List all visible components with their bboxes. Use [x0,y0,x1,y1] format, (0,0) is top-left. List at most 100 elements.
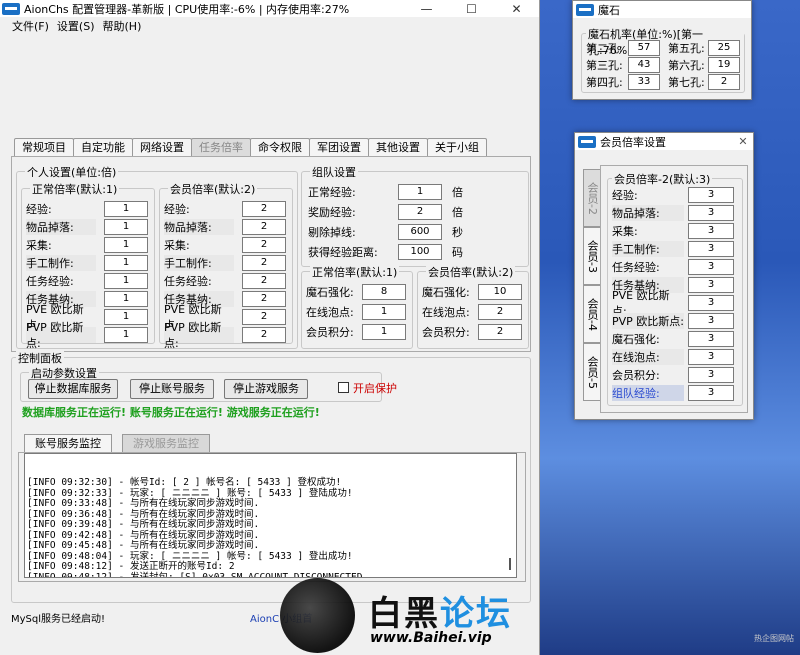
normal-label-0: 经验: [26,203,52,216]
normal-input-6[interactable]: 1 [104,309,148,325]
stone-input-a-0[interactable]: 57 [628,40,660,56]
member-input-5[interactable]: 2 [242,291,286,307]
watermark-ink-icon [280,578,355,653]
stop-account-button[interactable]: 停止账号服务 [130,379,214,399]
protect-label: 开启保护 [353,382,397,395]
tab-other[interactable]: 其他设置 [368,138,428,156]
rn-input-2[interactable]: 1 [362,324,406,340]
tab-task-rate[interactable]: 任务倍率 [191,138,251,156]
maximize-button[interactable]: ☐ [449,2,494,16]
member-label-4: 任务经验: [164,275,212,288]
team-input-2[interactable]: 600 [398,224,442,240]
normal-input-3[interactable]: 1 [104,255,148,271]
main-window: AionChs 配置管理器-革新版 | CPU使用率:-6% | 内存使用率:2… [0,0,540,655]
mr-input-4[interactable]: 3 [688,259,734,275]
member-rate-group: 会员倍率(默认:2) 经验: 2 物品掉落: 2 采集: 2 手工制作: 2 任务经验:… [159,181,293,350]
mr-label-8: 魔石强化: [612,333,660,346]
rn-label-0: 魔石强化: [306,286,354,299]
stone-label-a-0: 第二孔: [586,42,623,55]
stone-input-b-2[interactable]: 2 [708,74,740,90]
close-button[interactable]: ✕ [494,2,539,16]
normal-label-4: 任务经验: [26,275,74,288]
stone-input-b-0[interactable]: 25 [708,40,740,56]
stone-input-b-1[interactable]: 19 [708,57,740,73]
mr-label-11: 组队经验: [612,385,684,401]
team-input-0[interactable]: 1 [398,184,442,200]
menu-file[interactable]: 文件(F) [12,18,49,34]
tab-general[interactable]: 常规项目 [14,138,74,156]
main-titlebar: AionChs 配置管理器-革新版 | CPU使用率:-6% | 内存使用率:2… [0,0,539,17]
rn-input-1[interactable]: 1 [362,304,406,320]
menu-settings[interactable]: 设置(S) [57,18,95,34]
tab-account-monitor[interactable]: 账号服务监控 [24,434,112,452]
account-log[interactable]: [INFO 09:32:30] - 帐号Id: [ 2 ] 帐号名: [ 543… [24,453,517,578]
rm-input-0[interactable]: 10 [478,284,522,300]
member-extra-title: 会员倍率(默认:2) [426,264,516,280]
vtab-member-3[interactable]: 会员-3 [583,227,600,285]
member-input-2[interactable]: 2 [242,237,286,253]
mr-input-3[interactable]: 3 [688,241,734,257]
member-input-3[interactable]: 2 [242,255,286,271]
stop-database-button[interactable]: 停止数据库服务 [28,379,118,399]
normal-input-1[interactable]: 1 [104,219,148,235]
normal-input-4[interactable]: 1 [104,273,148,289]
team-unit-0: 倍 [452,186,463,199]
menu-help[interactable]: 帮助(H) [103,18,142,34]
tab-command[interactable]: 命令权限 [250,138,310,156]
stop-game-button[interactable]: 停止游戏服务 [224,379,308,399]
mr-input-5[interactable]: 3 [688,277,734,293]
normal-input-7[interactable]: 1 [104,327,148,343]
rm-input-2[interactable]: 2 [478,324,522,340]
stone-input-a-2[interactable]: 33 [628,74,660,90]
mr-input-7[interactable]: 3 [688,313,734,329]
member-input-4[interactable]: 2 [242,273,286,289]
member-extra-group: 会员倍率(默认:2) 魔石强化: 10 在线泡点: 2 会员积分: 2 [417,264,529,349]
protect-checkbox[interactable] [338,382,349,393]
normal-input-2[interactable]: 1 [104,237,148,253]
minimize-button[interactable]: — [404,2,449,16]
mr-input-10[interactable]: 3 [688,367,734,383]
rn-input-0[interactable]: 8 [362,284,406,300]
member-input-1[interactable]: 2 [242,219,286,235]
normal-extra-title: 正常倍率(默认:1) [310,264,400,280]
mr-input-9[interactable]: 3 [688,349,734,365]
main-tabs: 常规项目 自定功能 网络设置 任务倍率 命令权限 军团设置 其他设置 关于小组 [14,138,487,156]
mr-input-2[interactable]: 3 [688,223,734,239]
member-input-0[interactable]: 2 [242,201,286,217]
member-label-0: 经验: [164,203,190,216]
task-rate-panel: 个人设置(单位:倍) 正常倍率(默认:1) 经验: 1 物品掉落: 1 采集: 1手… [11,156,531,352]
normal-input-0[interactable]: 1 [104,201,148,217]
team-input-1[interactable]: 2 [398,204,442,220]
log-line: [INFO 09:32:30] - 帐号Id: [ 2 ] 帐号名: [ 543… [27,477,342,488]
stone-input-a-1[interactable]: 43 [628,57,660,73]
mr-label-9: 在线泡点: [612,349,684,365]
member-rate-app-icon [578,135,596,148]
member-rate-window-title: 会员倍率设置 [600,135,666,149]
rm-input-1[interactable]: 2 [478,304,522,320]
member-rate-titlebar: 会员倍率设置 ✕ [575,133,753,150]
mr-input-8[interactable]: 3 [688,331,734,347]
member-rate-close-icon[interactable]: ✕ [733,135,753,148]
normal-input-5[interactable]: 1 [104,291,148,307]
vtab-member-5[interactable]: 会员-5 [583,343,600,401]
member-input-7[interactable]: 2 [242,327,286,343]
tab-legion[interactable]: 军团设置 [309,138,369,156]
member-label-1: 物品掉落: [164,219,234,235]
tab-about[interactable]: 关于小组 [427,138,487,156]
rn-label-2: 会员积分: [306,326,354,339]
team-input-3[interactable]: 100 [398,244,442,260]
mr-input-0[interactable]: 3 [688,187,734,203]
member-rate-window: 会员倍率设置 ✕ 会员-2 会员-3 会员-4 会员-5 会员倍率-2(默认:3… [574,132,754,420]
stone-label-b-2: 第七孔: [668,76,705,89]
tab-network[interactable]: 网络设置 [132,138,192,156]
tab-game-monitor[interactable]: 游戏服务监控 [122,434,210,452]
vtab-member-2[interactable]: 会员-2 [583,169,600,227]
mr-input-6[interactable]: 3 [688,295,734,311]
tab-custom[interactable]: 自定功能 [73,138,133,156]
log-scrollbar[interactable] [506,458,514,573]
member-input-6[interactable]: 2 [242,309,286,325]
mr-input-1[interactable]: 3 [688,205,734,221]
stone-label-a-2: 第四孔: [586,76,623,89]
vtab-member-4[interactable]: 会员-4 [583,285,600,343]
mr-input-11[interactable]: 3 [688,385,734,401]
